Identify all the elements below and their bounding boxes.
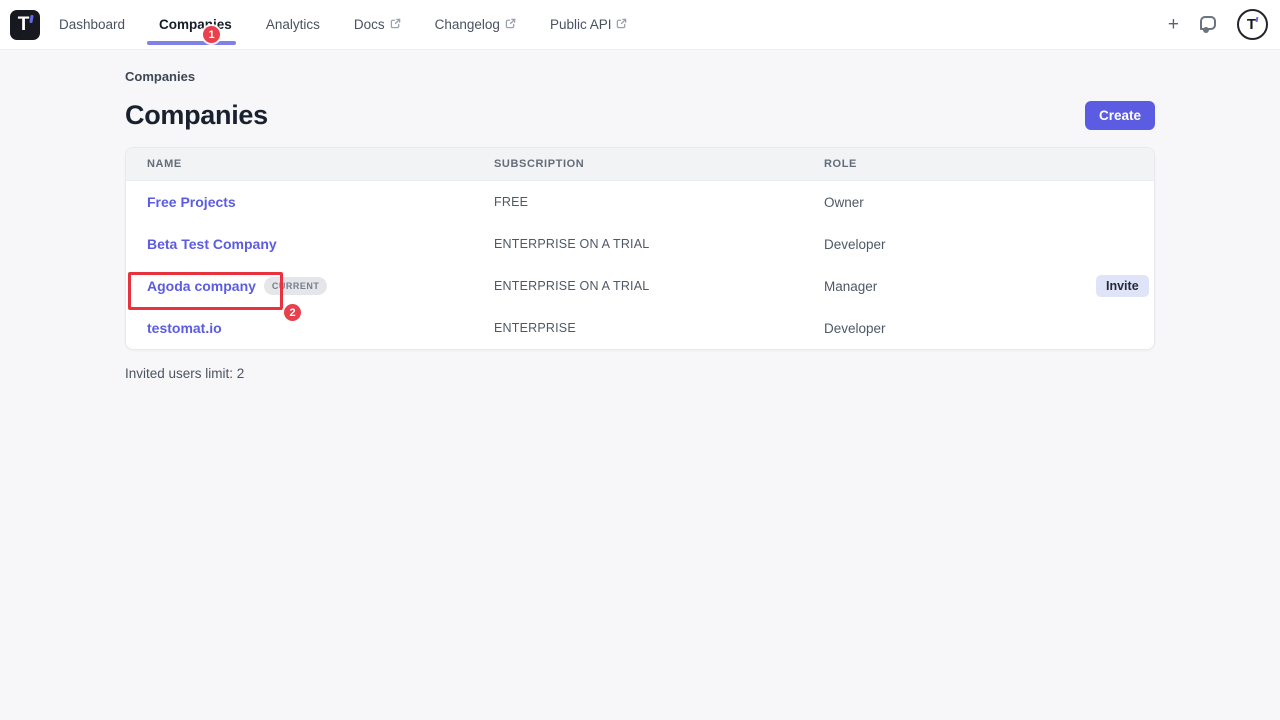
companies-table: NAME SUBSCRIPTION ROLE Free Projects FRE… [125, 147, 1155, 350]
add-button[interactable]: + [1168, 15, 1179, 34]
subscription-value: FREE [494, 195, 824, 209]
column-header-name: NAME [147, 158, 494, 170]
app-logo[interactable]: T [10, 10, 40, 40]
external-link-icon [505, 18, 516, 29]
nav-item-dashboard[interactable]: Dashboard [59, 0, 125, 49]
nav-item-label: Public API [550, 17, 612, 32]
company-name-cell: Free Projects [147, 194, 494, 210]
subscription-value: ENTERPRISE [494, 321, 824, 335]
company-name-cell: Beta Test Company [147, 236, 494, 252]
breadcrumb: Companies [125, 69, 1155, 84]
nav-item-label: Analytics [266, 17, 320, 32]
subscription-value: ENTERPRISE ON A TRIAL [494, 279, 824, 293]
subscription-value: ENTERPRISE ON A TRIAL [494, 237, 824, 251]
nav-item-analytics[interactable]: Analytics [266, 0, 320, 49]
current-badge: CURRENT [264, 277, 328, 295]
nav-item-label: Changelog [435, 17, 500, 32]
title-row: Companies Create [125, 100, 1155, 131]
invite-button[interactable]: Invite [1096, 275, 1149, 297]
chat-bubble-dot [1203, 27, 1209, 33]
annotation-step-1-badge: 1 [203, 26, 220, 43]
nav-item-changelog[interactable]: Changelog [435, 0, 516, 49]
page-title: Companies [125, 100, 268, 131]
avatar-accent-tick [1256, 17, 1259, 22]
column-header-subscription: SUBSCRIPTION [494, 158, 824, 170]
company-link[interactable]: Agoda company [147, 278, 256, 294]
external-link-icon [616, 18, 627, 29]
company-link[interactable]: Free Projects [147, 194, 236, 210]
nav-item-label: Docs [354, 17, 385, 32]
table-row: Beta Test Company ENTERPRISE ON A TRIAL … [126, 223, 1154, 265]
role-value: Developer [824, 321, 1096, 336]
row-actions: Invite [1096, 275, 1155, 297]
company-name-cell: Agoda company CURRENT [147, 277, 494, 295]
create-button[interactable]: Create [1085, 101, 1155, 130]
main-nav: Dashboard Companies Analytics Docs Chang… [59, 0, 627, 49]
nav-item-label: Dashboard [59, 17, 125, 32]
table-header-row: NAME SUBSCRIPTION ROLE [126, 148, 1154, 181]
account-avatar[interactable]: T [1237, 9, 1268, 40]
column-header-role: ROLE [824, 158, 1154, 170]
role-value: Developer [824, 237, 1096, 252]
top-navigation: T Dashboard Companies Analytics Docs Cha… [0, 0, 1280, 50]
role-value: Owner [824, 195, 1096, 210]
logo-letter: T [18, 15, 30, 34]
invited-users-limit-note: Invited users limit: 2 [125, 366, 1155, 381]
nav-right-actions: + T [1168, 9, 1268, 40]
logo-accent-tick [29, 14, 33, 22]
external-link-icon [390, 18, 401, 29]
annotation-step-2-badge: 2 [284, 304, 301, 321]
nav-item-companies[interactable]: Companies [159, 0, 232, 49]
nav-item-label: Companies [159, 17, 232, 32]
avatar-letter: T [1247, 16, 1256, 33]
company-name-cell: testomat.io [147, 320, 494, 336]
nav-item-public-api[interactable]: Public API [550, 0, 628, 49]
role-value: Manager [824, 279, 1096, 294]
table-row: testomat.io ENTERPRISE Developer [126, 307, 1154, 349]
main-content: Companies Companies Create NAME SUBSCRIP… [0, 69, 1280, 381]
table-row-current: Agoda company CURRENT ENTERPRISE ON A TR… [126, 265, 1154, 307]
company-link[interactable]: testomat.io [147, 320, 222, 336]
nav-item-docs[interactable]: Docs [354, 0, 401, 49]
chat-bubble-icon[interactable] [1199, 16, 1217, 34]
table-row: Free Projects FREE Owner [126, 181, 1154, 223]
company-link[interactable]: Beta Test Company [147, 236, 277, 252]
